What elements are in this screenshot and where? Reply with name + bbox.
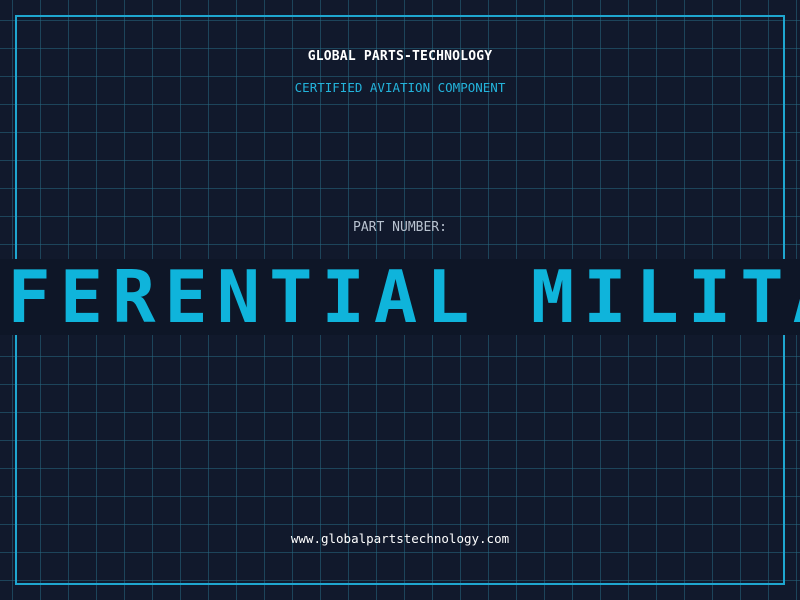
part-number-value: DIFFERENTIAL MILITARY	[0, 259, 800, 335]
website-url: www.globalpartstechnology.com	[290, 531, 510, 546]
certification-subtitle: CERTIFIED AVIATION COMPONENT	[294, 80, 506, 95]
part-number-label: PART NUMBER:	[353, 220, 447, 235]
part-number-banner: DIFFERENTIAL MILITARY	[0, 259, 800, 335]
company-name: GLOBAL PARTS-TECHNOLOGY	[307, 49, 493, 64]
